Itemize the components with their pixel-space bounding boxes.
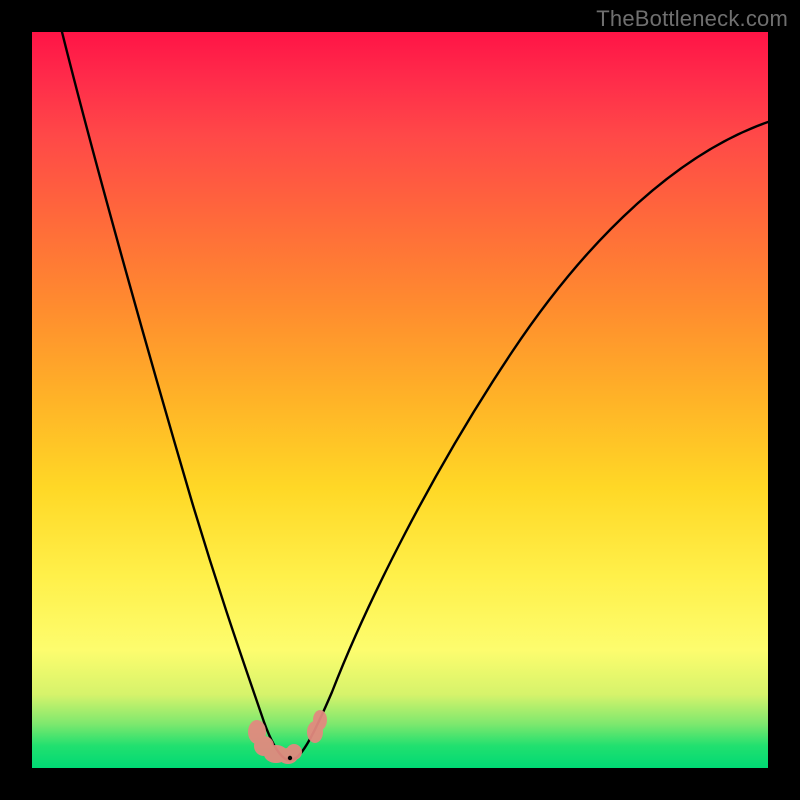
bottleneck-curve	[62, 32, 768, 760]
chart-frame: TheBottleneck.com	[0, 0, 800, 800]
marker-low-cluster	[248, 720, 302, 764]
plot-area	[32, 32, 768, 768]
minimum-point	[288, 756, 292, 760]
watermark-text: TheBottleneck.com	[596, 6, 788, 32]
marker-high-cluster	[307, 710, 327, 743]
curve-layer	[32, 32, 768, 768]
